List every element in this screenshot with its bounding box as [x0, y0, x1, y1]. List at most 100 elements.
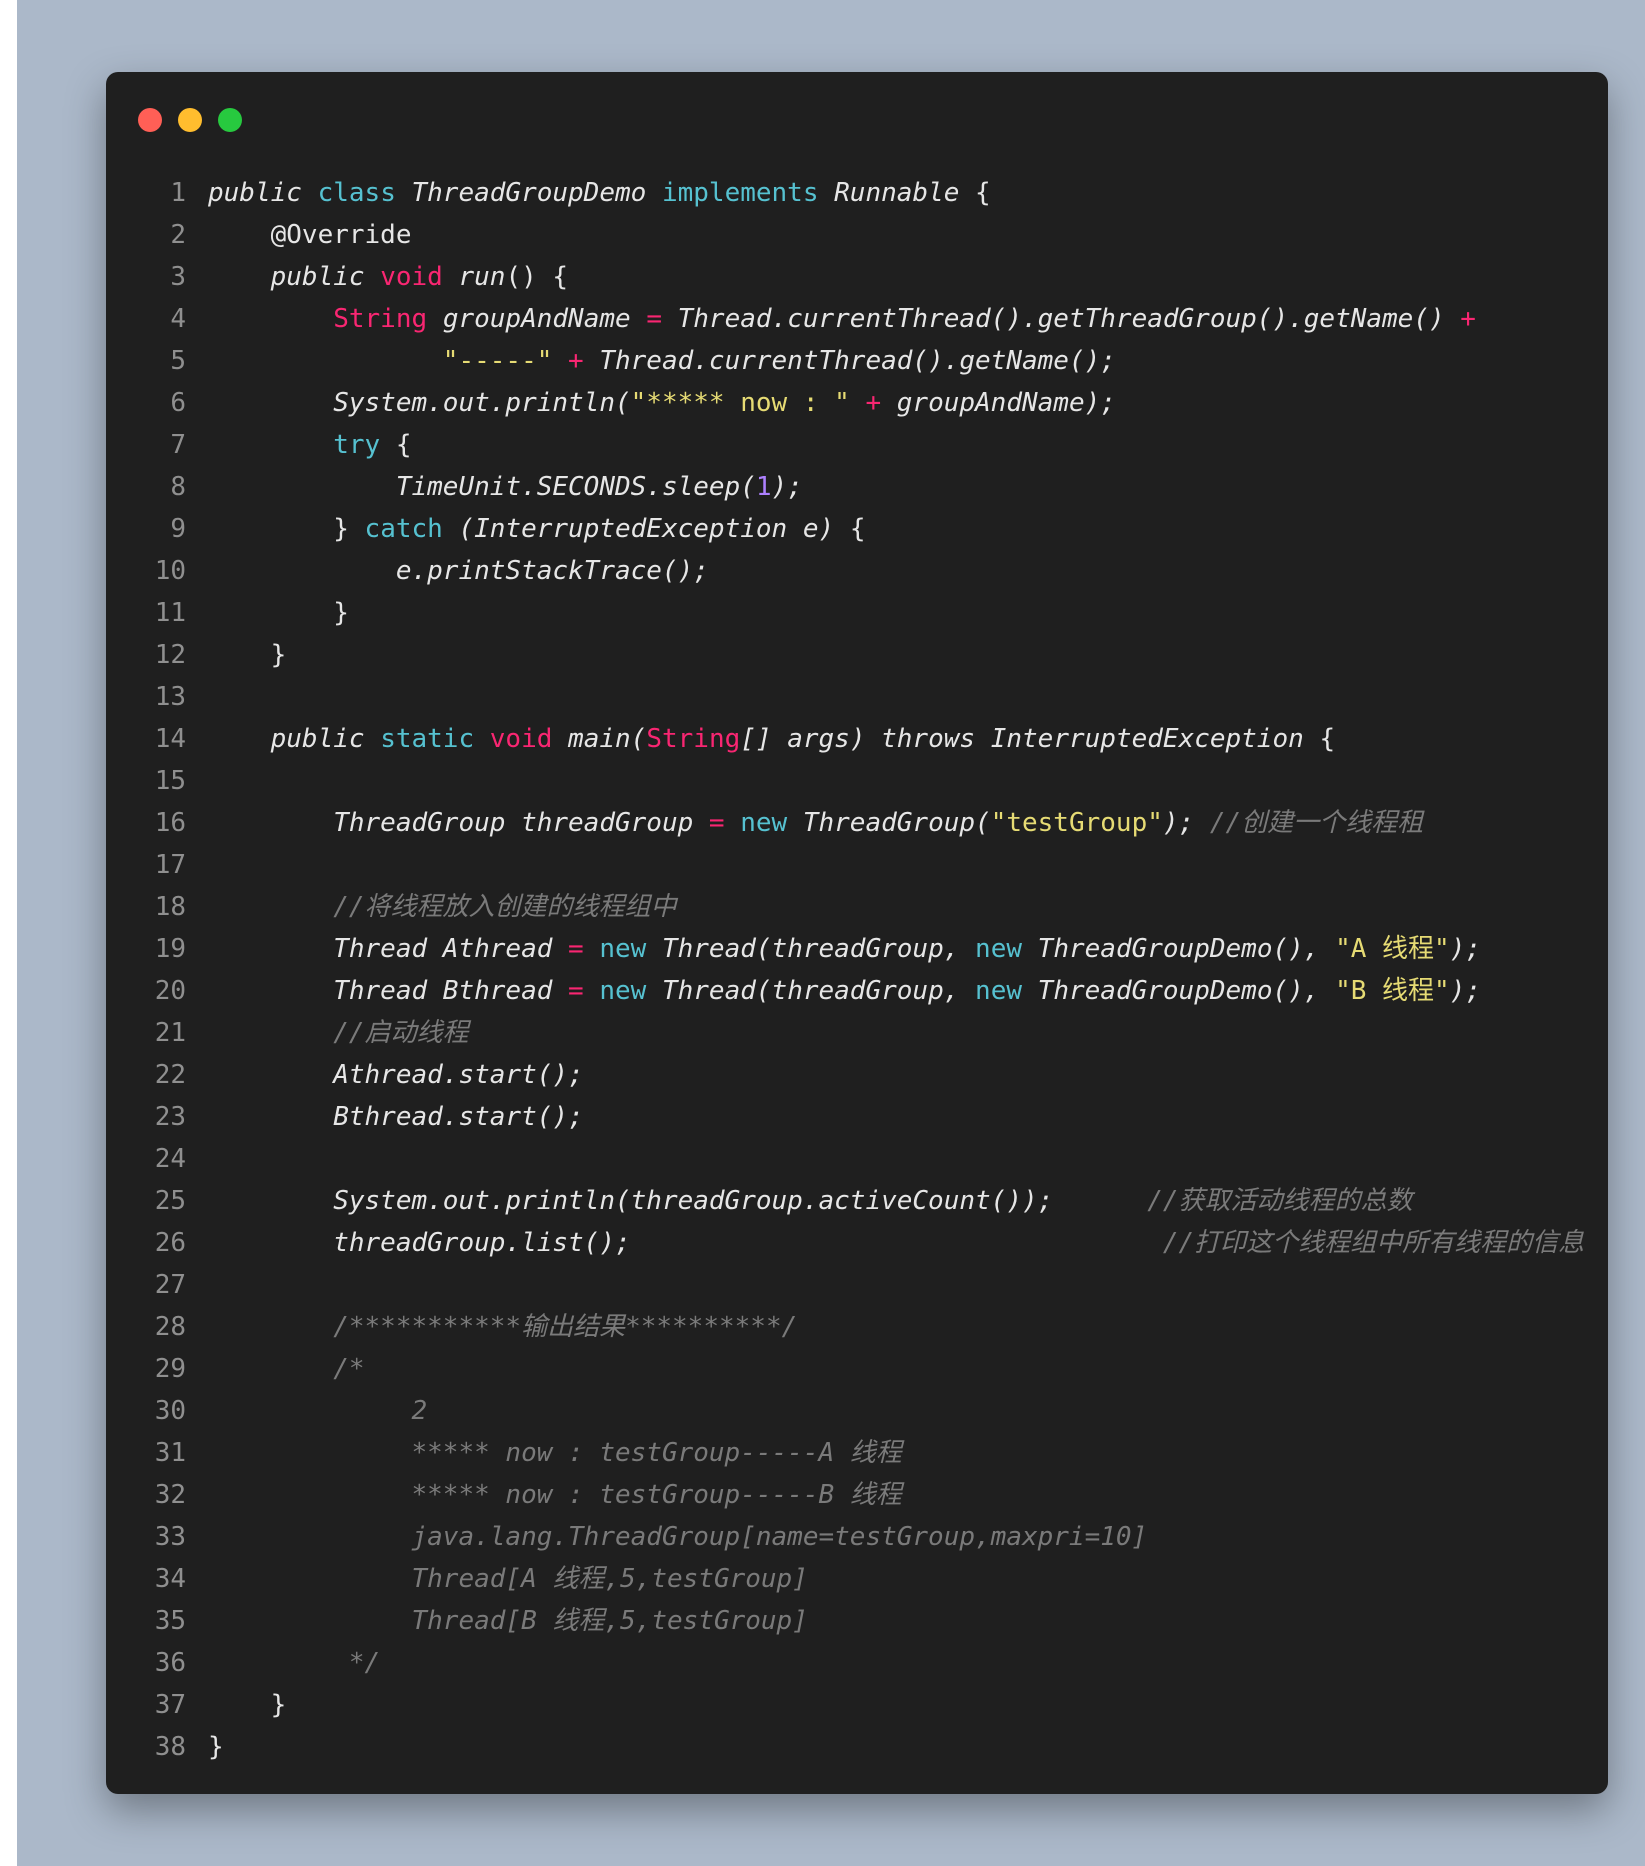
code-token: = [568, 976, 600, 1006]
code-token: "testGroup" [990, 808, 1163, 838]
code-token: java.lang.ThreadGroup[name=testGroup,max… [208, 1522, 1148, 1552]
code-token: { [975, 178, 991, 208]
code-token: new [975, 934, 1038, 964]
code-text: Thread Athread = new Thread(threadGroup,… [186, 928, 1481, 970]
code-line: 16 ThreadGroup threadGroup = new ThreadG… [106, 802, 1608, 844]
line-number: 19 [154, 934, 186, 964]
code-token: } [208, 1690, 287, 1720]
code-token: ); [1449, 934, 1482, 964]
code-token: (InterruptedException e) [458, 514, 850, 544]
code-line: 7 try { [106, 424, 1608, 466]
code-token: "***** now : " [630, 388, 866, 418]
code-token: "B 线程" [1335, 976, 1450, 1006]
line-number: 36 [154, 1648, 186, 1678]
code-line: 19 Thread Athread = new Thread(threadGro… [106, 928, 1608, 970]
code-token: Athread.start(); [208, 1060, 584, 1090]
code-token: implements [661, 178, 835, 208]
code-text: /***********输出结果**********/ [186, 1306, 797, 1348]
code-token: main( [568, 724, 647, 754]
code-token: groupAndName [442, 304, 647, 334]
line-number: 24 [154, 1144, 186, 1174]
code-token: Bthread.start(); [208, 1102, 584, 1132]
code-token: { [1319, 724, 1336, 754]
line-number: 7 [170, 430, 186, 460]
line-number: 30 [154, 1396, 186, 1426]
code-line: 3 public void run() { [106, 256, 1608, 298]
code-token: */ [208, 1648, 381, 1678]
code-text: Thread[A 线程,5,testGroup] [186, 1558, 808, 1600]
line-number: 5 [170, 346, 186, 376]
code-token: + [865, 388, 897, 418]
code-text: public static void main(String[] args) t… [186, 718, 1335, 760]
line-number: 33 [154, 1522, 186, 1552]
code-text: } [186, 634, 287, 676]
code-token: @Override [208, 220, 412, 250]
code-line: 20 Thread Bthread = new Thread(threadGro… [106, 970, 1608, 1012]
line-number: 12 [154, 640, 186, 670]
code-token: void [380, 262, 459, 292]
code-token: /***********输出结果**********/ [208, 1312, 798, 1342]
code-line: 37 } [106, 1684, 1608, 1726]
line-number: 14 [154, 724, 186, 754]
code-text: } [186, 1684, 287, 1726]
code-text: 2 [186, 1390, 427, 1432]
code-token: new [599, 934, 662, 964]
line-number: 26 [154, 1228, 186, 1258]
code-text: Thread Bthread = new Thread(threadGroup,… [186, 970, 1481, 1012]
code-token: catch [364, 514, 459, 544]
code-token: Thread[A 线程,5,testGroup] [208, 1564, 808, 1594]
code-token: 2 [208, 1396, 428, 1426]
code-token: } [208, 640, 287, 670]
code-line: 23 Bthread.start(); [106, 1096, 1608, 1138]
line-number: 31 [154, 1438, 186, 1468]
code-token: //创建一个线程租 [1209, 808, 1424, 838]
line-number: 6 [170, 388, 186, 418]
code-line: 26 threadGroup.list(); //打印这个线程组中所有线程的信息 [106, 1222, 1608, 1264]
code-text: e.printStackTrace(); [186, 550, 709, 592]
line-number: 1 [170, 178, 186, 208]
code-line: 15 [106, 760, 1608, 802]
line-number: 23 [154, 1102, 186, 1132]
code-text: public class ThreadGroupDemo implements … [186, 172, 991, 214]
code-token: Thread[B 线程,5,testGroup] [208, 1606, 808, 1636]
code-line: 5 "-----" + Thread.currentThread().getNa… [106, 340, 1608, 382]
code-text: Athread.start(); [186, 1054, 584, 1096]
code-token: e.printStackTrace(); [208, 556, 709, 586]
code-line: 31 ***** now : testGroup-----A 线程 [106, 1432, 1608, 1474]
code-line: 18 //将线程放入创建的线程组中 [106, 886, 1608, 928]
code-token: public [208, 724, 381, 754]
code-text: ***** now : testGroup-----B 线程 [186, 1474, 901, 1516]
code-window: 1 public class ThreadGroupDemo implements… [106, 72, 1608, 1794]
code-line: 27 [106, 1264, 1608, 1306]
code-text: } [186, 1726, 224, 1768]
code-token: groupAndName); [896, 388, 1116, 418]
code-text: } [186, 592, 349, 634]
code-line: 33 java.lang.ThreadGroup[name=testGroup,… [106, 1516, 1608, 1558]
code-token: ); [771, 472, 803, 502]
code-line: 1 public class ThreadGroupDemo implements… [106, 172, 1608, 214]
code-token: run [458, 262, 506, 292]
minimize-dot-icon[interactable] [178, 108, 202, 132]
window-controls [138, 108, 258, 132]
code-token: () { [505, 262, 569, 292]
code-token: //打印这个线程组中所有线程的信息 [1162, 1228, 1585, 1258]
code-line: 8 TimeUnit.SECONDS.sleep(1); [106, 466, 1608, 508]
code-token: Thread Bthread [208, 976, 569, 1006]
code-token: System.out.println(threadGroup.activeCou… [208, 1186, 1148, 1216]
code-token: ThreadGroup( [802, 808, 991, 838]
code-token: ThreadGroupDemo(), [1037, 934, 1336, 964]
code-text: Bthread.start(); [186, 1096, 584, 1138]
code-token: { [849, 514, 866, 544]
code-token: ThreadGroup threadGroup [208, 808, 709, 838]
line-number: 2 [170, 220, 186, 250]
code-token: = [568, 934, 600, 964]
code-token: ); [1162, 808, 1210, 838]
line-number: 3 [170, 262, 186, 292]
code-token: new [599, 976, 662, 1006]
code-text: System.out.println("***** now : " + grou… [186, 382, 1116, 424]
close-dot-icon[interactable] [138, 108, 162, 132]
maximize-dot-icon[interactable] [218, 108, 242, 132]
code-token: = [646, 304, 678, 334]
code-token: ***** now : testGroup-----A 线程 [208, 1438, 902, 1468]
